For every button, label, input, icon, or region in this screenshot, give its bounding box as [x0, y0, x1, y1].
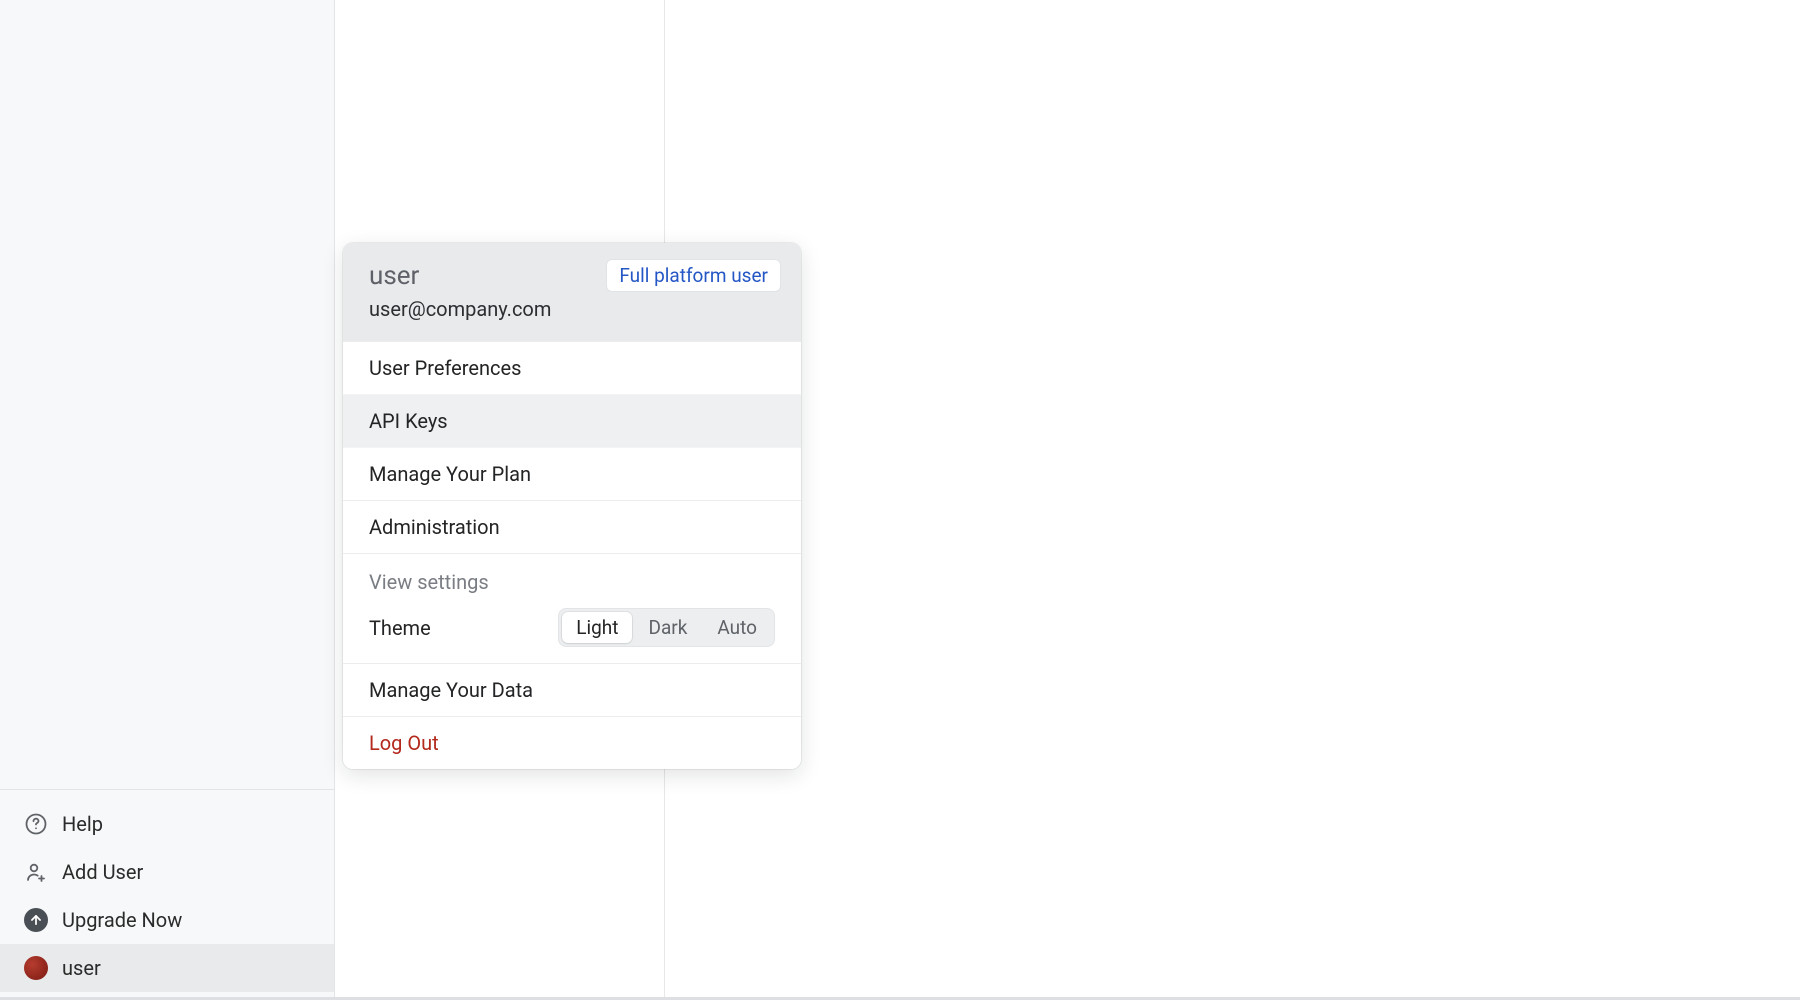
- sidebar: Help Add User: [0, 0, 335, 1000]
- sidebar-item-add-user[interactable]: Add User: [0, 848, 334, 896]
- menu-item-log-out[interactable]: Log Out: [343, 717, 801, 769]
- popover-group-data: Manage Your Data: [343, 663, 801, 716]
- sidebar-spacer: [0, 0, 334, 789]
- main-area: [690, 0, 1800, 1000]
- sidebar-item-upgrade[interactable]: Upgrade Now: [0, 896, 334, 944]
- theme-label: Theme: [369, 616, 431, 640]
- menu-item-user-preferences[interactable]: User Preferences: [343, 342, 801, 394]
- sidebar-item-label: user: [62, 956, 101, 980]
- add-user-icon: [24, 860, 48, 884]
- sidebar-item-help[interactable]: Help: [0, 800, 334, 848]
- popover-group-logout: Log Out: [343, 716, 801, 769]
- help-icon: [24, 812, 48, 836]
- popover-group-account: User Preferences API Keys Manage Your Pl…: [343, 341, 801, 500]
- role-badge[interactable]: Full platform user: [606, 259, 781, 292]
- popover-group-view-settings: View settings Theme Light Dark Auto: [343, 553, 801, 663]
- popover-header: user user@company.com Full platform user: [343, 243, 801, 341]
- popover-group-admin: Administration: [343, 500, 801, 553]
- sidebar-item-label: Help: [62, 812, 103, 836]
- upgrade-icon: [24, 908, 48, 932]
- popover-email: user@company.com: [369, 297, 775, 321]
- theme-option-dark[interactable]: Dark: [634, 612, 701, 643]
- avatar-icon: [24, 956, 48, 980]
- theme-option-light[interactable]: Light: [562, 612, 632, 643]
- sidebar-item-label: Add User: [62, 860, 143, 884]
- menu-item-administration[interactable]: Administration: [343, 501, 801, 553]
- theme-option-auto[interactable]: Auto: [703, 612, 771, 643]
- theme-segmented-control: Light Dark Auto: [558, 608, 775, 647]
- menu-item-manage-data[interactable]: Manage Your Data: [343, 664, 801, 716]
- view-settings-label: View settings: [343, 554, 801, 602]
- sidebar-item-label: Upgrade Now: [62, 908, 182, 932]
- theme-row: Theme Light Dark Auto: [343, 602, 801, 663]
- menu-item-manage-plan[interactable]: Manage Your Plan: [343, 447, 801, 500]
- sidebar-item-user[interactable]: user: [0, 944, 334, 992]
- menu-item-api-keys[interactable]: API Keys: [343, 394, 801, 447]
- user-popover: user user@company.com Full platform user…: [343, 243, 801, 769]
- sidebar-footer: Help Add User: [0, 789, 334, 1000]
